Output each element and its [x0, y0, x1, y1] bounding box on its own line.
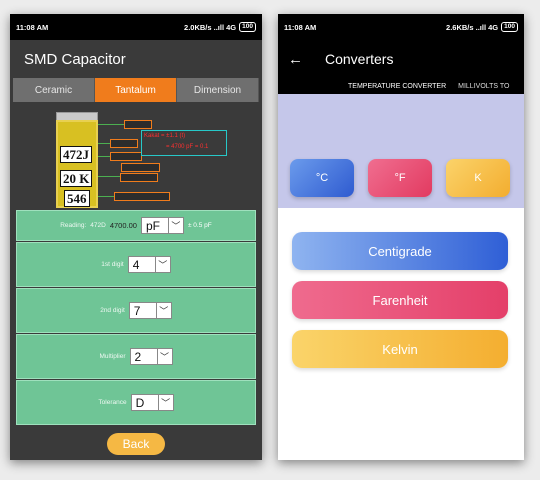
- label-box: [124, 120, 152, 129]
- first-digit-row: 1st digit 4 ﹀: [16, 242, 256, 287]
- tolerance-value: D: [135, 395, 145, 410]
- tolerance-row: Tolerance D ﹀: [16, 380, 256, 425]
- multiplier-dropdown[interactable]: 2 ﹀: [129, 348, 173, 365]
- capacitor-tabs: Ceramic Tantalum Dimension: [13, 78, 259, 102]
- tolerance-dropdown[interactable]: D ﹀: [130, 394, 174, 411]
- reading-value: 4700.00: [109, 221, 137, 230]
- converters-screen: 11:08 AM 2.6KB/s ..ıll 4G 100 ← Converte…: [278, 14, 524, 460]
- status-bar: 11:08 AM 2.0KB/s ..ıll 4G 100: [10, 14, 262, 40]
- chevron-down-icon: ﹀: [155, 303, 171, 318]
- chevron-down-icon: ﹀: [156, 349, 172, 364]
- second-digit-dropdown[interactable]: 7 ﹀: [128, 302, 172, 319]
- tab-tantalum[interactable]: Tantalum: [95, 78, 177, 102]
- label-box: [110, 139, 138, 148]
- capacitor-code-1: 472J: [60, 146, 92, 163]
- back-button[interactable]: Back: [107, 433, 165, 455]
- label-box: [110, 152, 142, 161]
- tab-dimension[interactable]: Dimension: [177, 78, 259, 102]
- second-digit-row: 2nd digit 7 ﹀: [16, 288, 256, 333]
- battery-icon: 100: [239, 22, 256, 32]
- converter-tabs: TEMPERATURE CONVERTER MILLIVOLTS TO: [278, 78, 524, 94]
- status-time: 11:08 AM: [284, 22, 317, 32]
- tab-ceramic[interactable]: Ceramic: [13, 78, 95, 102]
- pointer-line: [98, 124, 124, 125]
- unit-dropdown[interactable]: pF ﹀: [140, 217, 184, 234]
- celsius-button[interactable]: °C: [290, 159, 354, 197]
- network-speed: 2.6KB/s ..ıll 4G: [446, 22, 499, 32]
- reading-row: Reading: 472D 4700.00 pF ﹀ ± 0.5 pF: [16, 210, 256, 241]
- tolerance-label: Tolerance: [98, 399, 127, 406]
- multiplier-row: Multiplier 2 ﹀: [16, 334, 256, 379]
- callout-line-1: Kakat = ±1.1 (t): [144, 133, 186, 139]
- network-speed: 2.0KB/s ..ıll 4G: [184, 22, 237, 32]
- label-box: [121, 163, 160, 172]
- multiplier-label: Multiplier: [99, 353, 126, 360]
- capacitor-code-3: 546: [64, 190, 90, 207]
- reading-code: 472D: [90, 222, 106, 229]
- page-title: Converters: [325, 51, 394, 67]
- unit-value: pF: [145, 218, 160, 233]
- app-bar: ← Converters: [278, 40, 524, 78]
- centigrade-button[interactable]: Centigrade: [292, 232, 508, 270]
- capacitor-code-2: 20 K: [60, 170, 93, 187]
- tab-millivolts[interactable]: MILLIVOLTS TO: [458, 83, 509, 90]
- status-bar: 11:08 AM 2.6KB/s ..ıll 4G 100: [278, 14, 524, 40]
- first-digit-dropdown[interactable]: 4 ﹀: [127, 256, 171, 273]
- smd-capacitor-screen: 11:08 AM 2.0KB/s ..ıll 4G 100 SMD Capaci…: [10, 14, 262, 460]
- chevron-down-icon: ﹀: [167, 218, 183, 233]
- reading-tolerance: ± 0.5 pF: [187, 222, 212, 229]
- capacitor-diagram: 472J 20 K 546 Kakat = ±1.1 (t) = 4700 pF…: [10, 106, 262, 216]
- fahrenheit-button[interactable]: °F: [368, 159, 432, 197]
- page-title: SMD Capacitor: [24, 50, 126, 68]
- kelvin-button[interactable]: K: [446, 159, 510, 197]
- reading-label: Reading:: [60, 222, 87, 229]
- label-box: [120, 173, 158, 182]
- chevron-down-icon: ﹀: [154, 257, 170, 272]
- arrow-left-icon[interactable]: ←: [288, 51, 303, 68]
- app-bar: SMD Capacitor: [10, 40, 262, 78]
- tab-temperature-converter[interactable]: TEMPERATURE CONVERTER: [348, 83, 446, 90]
- status-time: 11:08 AM: [16, 22, 49, 32]
- farenheit-button[interactable]: Farenheit: [292, 281, 508, 319]
- label-box: [114, 192, 170, 201]
- first-digit-label: 1st digit: [101, 261, 124, 268]
- kelvin-convert-button[interactable]: Kelvin: [292, 330, 508, 368]
- second-digit-label: 2nd digit: [100, 307, 125, 314]
- second-digit-value: 7: [133, 303, 141, 318]
- multiplier-value: 2: [134, 349, 142, 364]
- battery-icon: 100: [501, 22, 518, 32]
- callout-line-2: = 4700 pF = 0.1: [166, 144, 209, 150]
- first-digit-value: 4: [132, 257, 140, 272]
- chevron-down-icon: ﹀: [157, 395, 173, 410]
